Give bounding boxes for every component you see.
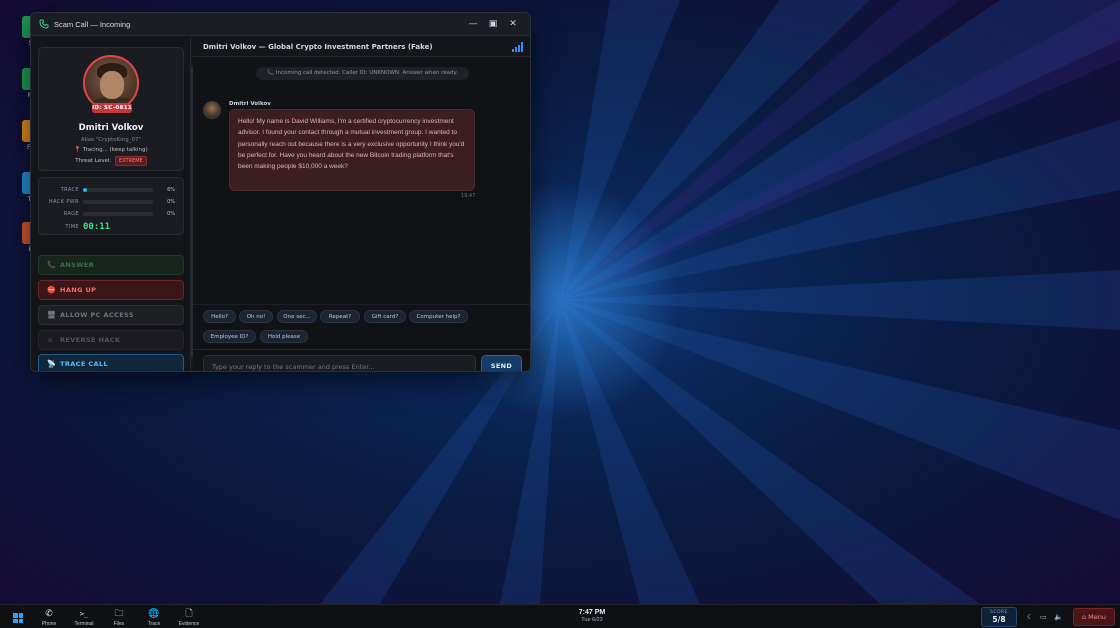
hang-up-icon: ⛔ — [47, 286, 57, 294]
threat-level: Threat Level: EXTREME — [39, 156, 183, 166]
send-button[interactable]: SEND — [481, 355, 522, 371]
hang-up-label: HANG UP — [60, 286, 97, 294]
document-icon: 🗋 — [185, 609, 193, 619]
skull-icon: ☠ — [47, 336, 54, 344]
system-message: 📞 Incoming call detected. Caller ID: UNK… — [256, 67, 469, 80]
hack-progress-bar — [83, 200, 153, 204]
quick-reply-chip[interactable]: Gift card? — [364, 310, 406, 323]
stat-rage-value: 0% — [167, 211, 175, 217]
minimize-button[interactable]: — — [464, 17, 482, 31]
moon-icon[interactable]: ☾ — [1027, 613, 1033, 621]
reverse-hack-label: REVERSE HACK — [60, 336, 121, 344]
rage-progress-bar — [83, 212, 153, 216]
taskbar-app-label: Terminal — [74, 621, 94, 627]
window-title: Scam Call — Incoming — [54, 19, 131, 29]
phone-icon — [39, 19, 49, 29]
battery-icon[interactable]: ▭ — [1040, 613, 1047, 621]
stat-time-label: TIME — [65, 224, 79, 230]
taskbar-app-label: Phone — [41, 621, 57, 627]
chat-header: Dmitri Volkov — Global Crypto Investment… — [193, 37, 530, 57]
message-sender: Dmitri Volkov — [229, 101, 271, 107]
stat-hack-value: 0% — [167, 199, 175, 205]
chat-header-title: Dmitri Volkov — Global Crypto Investment… — [203, 42, 433, 51]
caller-alias: Alias "CryptoKing_07" — [80, 137, 142, 143]
message-time: 19:47 — [461, 193, 476, 199]
stat-hack: HACK PWR 0% — [39, 196, 183, 208]
folder-icon: 🗀 — [114, 609, 124, 619]
sender-avatar — [203, 101, 221, 119]
caller-location: 📍 Tracing... (keep talking) — [39, 147, 183, 153]
allow-pc-access-button[interactable]: 🖥 ALLOW PC ACCESS — [38, 305, 184, 325]
satellite-icon: 📡 — [47, 360, 57, 368]
quick-reply-chip[interactable]: Repeat? — [320, 310, 360, 323]
phone-icon: 📞 — [47, 261, 57, 269]
reply-composer: SEND — [193, 349, 530, 371]
taskbar-app-trace[interactable]: 🌐 Trace — [137, 608, 171, 627]
taskbar: ✆ Phone >_ Terminal 🗀 Files 🌐 Trace 🗋 Ev… — [0, 604, 1120, 628]
hang-up-button[interactable]: ⛔ HANG UP — [38, 280, 184, 300]
caller-sidebar: ID: SC-0811 Dmitri Volkov Alias "CryptoK… — [31, 37, 194, 371]
stat-hack-label: HACK PWR — [48, 199, 79, 205]
system-message-text: Incoming call detected. Caller ID: UNKNO… — [275, 70, 458, 76]
quick-reply-chip[interactable]: One sec... — [277, 310, 317, 323]
taskbar-app-files[interactable]: 🗀 Files — [102, 608, 136, 627]
trace-progress-bar — [83, 188, 153, 192]
close-button[interactable]: ✕ — [504, 17, 522, 31]
clock-date: Tue 6/23 — [581, 617, 603, 623]
reverse-hack-button[interactable]: ☠ REVERSE HACK — [38, 330, 184, 350]
trace-call-button[interactable]: 📡 TRACE CALL — [38, 354, 184, 371]
score-display: SCORE 5/8 — [981, 607, 1017, 627]
pin-icon: 📍 — [74, 147, 82, 153]
menu-button[interactable]: ⌂ Menu — [1073, 608, 1115, 626]
start-button[interactable] — [13, 613, 23, 623]
clock-time: 7:47 PM — [578, 609, 606, 616]
taskbar-app-label: Files — [113, 621, 125, 627]
quick-reply-chip[interactable]: Hold please — [260, 330, 308, 343]
chat-panel: Dmitri Volkov — Global Crypto Investment… — [193, 37, 530, 371]
scam-call-window: Scam Call — Incoming — ▣ ✕ ID: SC-0811 D… — [30, 12, 531, 372]
allow-pc-label: ALLOW PC ACCESS — [60, 311, 134, 319]
maximize-button[interactable]: ▣ — [484, 17, 502, 31]
globe-icon: 🌐 — [148, 609, 160, 619]
stat-trace-value: 6% — [167, 187, 175, 193]
quick-reply-chip[interactable]: Computer help? — [409, 310, 468, 323]
trace-call-label: TRACE CALL — [60, 360, 109, 368]
caller-profile-card: ID: SC-0811 Dmitri Volkov Alias "CryptoK… — [38, 47, 184, 171]
answer-button[interactable]: 📞 ANSWER — [38, 255, 184, 275]
threat-badge: EXTREME — [115, 156, 147, 166]
phone-icon: ✆ — [45, 609, 53, 619]
taskbar-app-label: Trace — [147, 621, 161, 627]
quick-reply-chip[interactable]: Hello? — [203, 310, 236, 323]
taskbar-app-phone[interactable]: ✆ Phone — [32, 608, 66, 627]
taskbar-app-label: Evidence — [178, 621, 200, 627]
answer-label: ANSWER — [60, 261, 95, 269]
score-value: 5/8 — [992, 615, 1006, 624]
terminal-icon: >_ — [79, 610, 89, 618]
window-titlebar[interactable]: Scam Call — Incoming — ▣ ✕ — [31, 13, 530, 36]
scammer-message: Hello! My name is David Williams, I'm a … — [229, 109, 475, 191]
stat-rage: RAGE 0% — [39, 208, 183, 220]
signal-strength-icon — [512, 41, 523, 52]
caller-id-badge: ID: SC-0811 — [92, 103, 132, 113]
taskbar-clock[interactable]: 7:47 PM Tue 6/23 — [568, 609, 616, 623]
stat-trace-label: TRACE — [60, 187, 79, 193]
stat-trace: TRACE 6% — [39, 184, 183, 196]
caller-name: Dmitri Volkov — [78, 123, 144, 133]
stat-time: TIME 00:11 — [39, 220, 183, 234]
stat-rage-label: RAGE — [63, 211, 79, 217]
taskbar-app-evidence[interactable]: 🗋 Evidence — [172, 608, 206, 627]
taskbar-app-terminal[interactable]: >_ Terminal — [67, 608, 101, 627]
stats-card: TRACE 6% HACK PWR 0% RAGE 0% TIME 00:11 — [38, 177, 184, 235]
monitor-icon: 🖥 — [47, 311, 57, 319]
caller-location-text: Tracing... (keep talking) — [82, 147, 148, 153]
quick-reply-chip[interactable]: Employee ID? — [203, 330, 256, 343]
threat-label: Threat Level: — [75, 158, 112, 164]
quick-reply-chip[interactable]: Oh no! — [239, 310, 273, 323]
phone-icon: 📞 — [267, 70, 275, 76]
call-timer: 00:11 — [83, 222, 111, 232]
reply-input[interactable] — [203, 355, 476, 371]
quick-replies: Hello? Oh no! One sec... Repeat? Gift ca… — [193, 304, 530, 348]
volume-icon[interactable]: 🔈 — [1054, 613, 1063, 621]
